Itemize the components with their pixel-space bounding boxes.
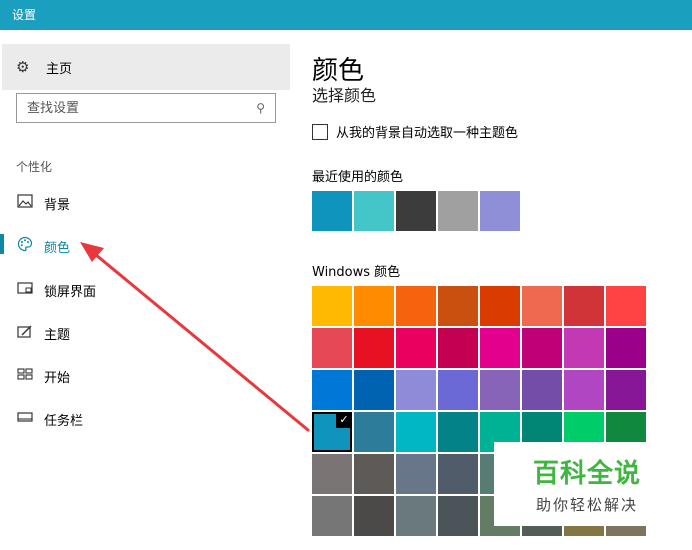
windows-colors-label: Windows 颜色	[312, 265, 401, 280]
color-swatch[interactable]	[354, 370, 394, 410]
taskbar-icon	[16, 410, 34, 428]
color-swatch[interactable]	[396, 496, 436, 536]
search-box[interactable]: ⚲	[16, 93, 276, 123]
color-swatch[interactable]: ✓	[312, 412, 352, 452]
color-swatch[interactable]	[606, 370, 646, 410]
color-swatch[interactable]	[438, 412, 478, 452]
sidebar-item-color[interactable]: 颜色	[0, 226, 292, 266]
auto-color-checkbox[interactable]	[312, 123, 328, 140]
lock-screen-icon	[16, 281, 34, 299]
sidebar-item-label: 主题	[44, 327, 71, 343]
color-swatch[interactable]	[396, 286, 436, 326]
color-swatch[interactable]	[354, 496, 394, 536]
recent-colors	[312, 191, 520, 231]
recent-colors-label: 最近使用的颜色	[312, 170, 404, 185]
palette-icon	[16, 236, 34, 256]
auto-color-option[interactable]: 从我的背景自动选取一种主题色	[312, 122, 518, 141]
color-swatch[interactable]	[312, 496, 352, 536]
color-swatch[interactable]	[396, 328, 436, 368]
color-swatch[interactable]	[480, 370, 520, 410]
checkmark-icon: ✓	[336, 412, 352, 428]
color-swatch[interactable]	[354, 328, 394, 368]
sidebar-item-label: 背景	[44, 197, 71, 213]
color-swatch[interactable]	[480, 328, 520, 368]
color-swatch[interactable]	[522, 370, 562, 410]
sidebar-item-background[interactable]: 背景	[0, 183, 292, 223]
sidebar-item-label: 颜色	[44, 240, 71, 256]
color-swatch[interactable]	[522, 286, 562, 326]
color-swatch[interactable]	[564, 370, 604, 410]
color-swatch[interactable]	[312, 370, 352, 410]
color-swatch[interactable]	[438, 454, 478, 494]
sidebar-item-theme[interactable]: 主题	[0, 313, 292, 353]
color-swatch[interactable]	[564, 328, 604, 368]
window-title-bar: 设置	[0, 0, 692, 30]
color-swatch[interactable]	[438, 496, 478, 536]
sidebar-item-label: 锁屏界面	[44, 284, 97, 300]
recent-color-swatch[interactable]	[354, 191, 394, 231]
color-swatch[interactable]	[522, 328, 562, 368]
sidebar-item-label: 任务栏	[44, 413, 84, 429]
recent-color-swatch[interactable]	[480, 191, 520, 231]
watermark: 百科全说 助你轻松解决	[494, 442, 680, 526]
section-label: 个性化	[16, 160, 53, 174]
gear-icon: ⚙	[16, 58, 30, 76]
color-swatch[interactable]	[396, 370, 436, 410]
color-swatch[interactable]	[312, 454, 352, 494]
home-label: 主页	[46, 61, 73, 77]
search-icon[interactable]: ⚲	[256, 101, 265, 115]
color-swatch[interactable]	[564, 286, 604, 326]
color-swatch[interactable]	[480, 286, 520, 326]
color-swatch[interactable]	[438, 370, 478, 410]
picture-icon	[16, 194, 34, 212]
recent-color-swatch[interactable]	[438, 191, 478, 231]
window-title: 设置	[12, 8, 37, 22]
color-swatch[interactable]	[396, 412, 436, 452]
recent-color-swatch[interactable]	[396, 191, 436, 231]
sidebar: ⚙ 主页 ⚲ 个性化 背景 颜色 锁屏界面 主题 开始	[0, 30, 292, 550]
search-input[interactable]	[27, 100, 227, 116]
watermark-subtitle: 助你轻松解决	[535, 496, 638, 514]
color-swatch[interactable]	[438, 328, 478, 368]
color-swatch[interactable]	[312, 328, 352, 368]
page-title: 颜色	[312, 50, 377, 87]
sidebar-item-start[interactable]: 开始	[0, 356, 292, 396]
color-swatch[interactable]	[354, 286, 394, 326]
start-icon	[16, 367, 34, 385]
color-swatch[interactable]	[354, 412, 394, 452]
sidebar-item-label: 开始	[44, 370, 71, 386]
sidebar-item-lock-screen[interactable]: 锁屏界面	[0, 270, 292, 310]
color-swatch[interactable]	[354, 454, 394, 494]
theme-icon	[16, 324, 34, 342]
sidebar-home-item[interactable]: ⚙ 主页	[2, 44, 290, 90]
color-swatch[interactable]	[606, 328, 646, 368]
recent-color-swatch[interactable]	[312, 191, 352, 231]
watermark-title: 百科全说	[532, 459, 641, 489]
sidebar-item-taskbar[interactable]: 任务栏	[0, 399, 292, 439]
auto-color-label: 从我的背景自动选取一种主题色	[336, 126, 519, 141]
color-swatch[interactable]	[396, 454, 436, 494]
color-swatch[interactable]	[438, 286, 478, 326]
color-swatch[interactable]	[312, 286, 352, 326]
color-swatch[interactable]	[606, 286, 646, 326]
